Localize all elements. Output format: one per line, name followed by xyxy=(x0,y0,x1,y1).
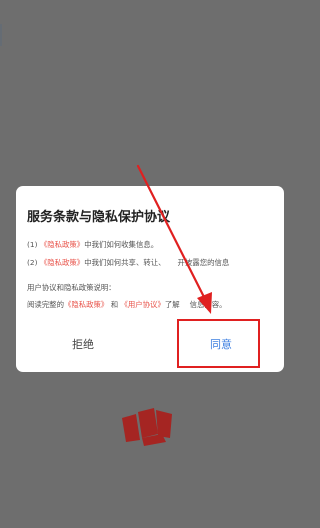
privacy-policy-link-3[interactable]: 《隐私政策》 xyxy=(64,300,108,309)
line-1-prefix: (1) xyxy=(27,240,38,249)
privacy-policy-link-2[interactable]: 《隐私政策》 xyxy=(40,258,84,267)
agree-highlight-box xyxy=(177,319,260,368)
app-logo-icon xyxy=(122,408,172,446)
line-2-prefix: (2) xyxy=(27,258,38,267)
edge-marker xyxy=(0,24,2,46)
reject-button[interactable]: 拒绝 xyxy=(38,324,128,366)
line-2-tail: 开披露您的信息 xyxy=(177,258,230,267)
privacy-line-4: 阅读完整的《隐私政策》 和 《用户协议》了解 信息内容。 xyxy=(27,299,227,310)
line-4-suffix: 了解 xyxy=(164,300,180,309)
line-1-suffix: 中我们如何收集信息。 xyxy=(84,240,159,249)
line-4-and: 和 xyxy=(110,300,119,309)
user-agreement-link[interactable]: 《用户协议》 xyxy=(120,300,164,309)
privacy-line-2: (2) 《隐私政策》中我们如何共享、转让、 开披露您的信息 xyxy=(27,257,229,268)
line-2-suffix: 中我们如何共享、转让、 xyxy=(84,258,166,267)
line-4-prefix: 阅读完整的 xyxy=(27,300,64,309)
line-4-tail: 信息内容。 xyxy=(189,300,227,309)
agreement-note: 用户协议和隐私政策说明： xyxy=(27,283,116,292)
privacy-line-1: (1) 《隐私政策》中我们如何收集信息。 xyxy=(27,239,158,250)
privacy-policy-link-1[interactable]: 《隐私政策》 xyxy=(40,240,84,249)
dialog-title: 服务条款与隐私保护协议 xyxy=(27,210,171,225)
